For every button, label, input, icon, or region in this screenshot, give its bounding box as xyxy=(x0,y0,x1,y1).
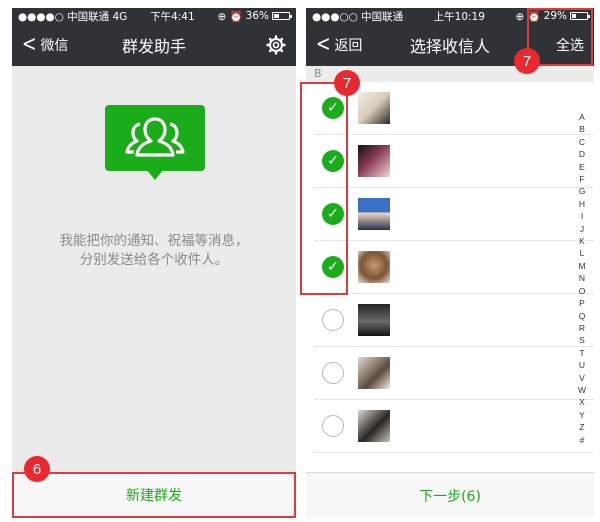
avatar[interactable] xyxy=(358,357,390,389)
contact-row[interactable]: ✓ xyxy=(314,188,594,241)
avatar[interactable] xyxy=(358,92,390,124)
back-label: 微信 xyxy=(40,38,69,54)
step-marker-6: 6 xyxy=(24,456,50,482)
settings-button[interactable] xyxy=(266,24,286,66)
index-letter[interactable]: Z xyxy=(579,421,584,433)
step-marker-7-select-all: 7 xyxy=(514,48,540,74)
description-line-1: 我能把你的通知、祝福等消息， xyxy=(59,233,249,249)
chevron-left-icon: < xyxy=(315,32,331,57)
contact-row[interactable]: ✓ xyxy=(314,241,594,294)
index-letter[interactable]: F xyxy=(579,173,584,185)
index-letter[interactable]: V xyxy=(579,372,585,384)
index-letter[interactable]: W xyxy=(578,384,586,396)
index-letter[interactable]: S xyxy=(579,334,585,346)
index-letter[interactable]: T xyxy=(579,347,584,359)
checkbox-unchecked[interactable] xyxy=(322,415,344,437)
index-letter[interactable]: K xyxy=(579,235,585,247)
checkbox-highlight-box xyxy=(300,82,348,295)
battery-percent: 36% xyxy=(245,10,269,22)
chevron-left-icon: < xyxy=(21,32,37,57)
step-marker-7: 7 xyxy=(334,70,360,96)
index-letter[interactable]: Y xyxy=(579,409,585,421)
carrier-label: ●●●●○ 中国联通 4G xyxy=(18,10,128,23)
carrier-label: ●●●○○ 中国联通 xyxy=(312,10,404,23)
avatar[interactable] xyxy=(358,304,390,336)
index-letter[interactable]: O xyxy=(579,285,586,297)
index-letter[interactable]: H xyxy=(579,198,585,210)
checkbox-unchecked[interactable] xyxy=(322,362,344,384)
index-letter[interactable]: P xyxy=(579,297,585,309)
status-time: 上午10:19 xyxy=(433,10,485,23)
assistant-description: 我能把你的通知、祝福等消息， 分别发送给各个收件人。 xyxy=(12,232,296,270)
index-letter[interactable]: C xyxy=(579,136,585,148)
broadcast-assistant-icon xyxy=(105,105,205,180)
contact-row[interactable]: ✓ xyxy=(314,135,594,188)
avatar[interactable] xyxy=(358,410,390,442)
group-people-icon xyxy=(125,117,185,157)
avatar[interactable] xyxy=(358,198,390,230)
alphabet-index[interactable]: A B C D E F G H I J K L M N O P Q R S T … xyxy=(576,111,588,446)
back-label: 返回 xyxy=(334,38,363,54)
status-right: ⊕ ⏰ 36% xyxy=(217,10,292,23)
checkbox-unchecked[interactable] xyxy=(322,309,344,331)
status-bar: ●●●●○ 中国联通 4G 下午4:41 ⊕ ⏰ 36% xyxy=(12,8,296,24)
broadcast-assistant-screen: ●●●●○ 中国联通 4G 下午4:41 ⊕ ⏰ 36% < 微信 群发助手 我… xyxy=(12,8,296,518)
gear-icon xyxy=(266,35,286,55)
battery-icon xyxy=(272,12,292,20)
contact-list: ✓ ✓ ✓ ✓ xyxy=(306,82,594,453)
index-letter[interactable]: U xyxy=(579,359,585,371)
contact-row[interactable] xyxy=(314,347,594,400)
index-letter[interactable]: B xyxy=(579,123,585,135)
avatar[interactable] xyxy=(358,145,390,177)
index-letter[interactable]: M xyxy=(578,260,585,272)
new-broadcast-button[interactable]: 新建群发 xyxy=(12,472,296,518)
back-button[interactable]: < 返回 xyxy=(314,24,363,66)
index-letter[interactable]: N xyxy=(579,272,585,284)
nav-bar: < 微信 群发助手 xyxy=(12,24,296,66)
back-button[interactable]: < 微信 xyxy=(20,24,69,66)
index-letter[interactable]: X xyxy=(579,396,585,408)
index-letter[interactable]: # xyxy=(580,434,585,446)
index-letter[interactable]: R xyxy=(579,322,585,334)
index-letter[interactable]: G xyxy=(579,185,586,197)
index-letter[interactable]: L xyxy=(580,247,585,259)
lock-alarm-icon: ⊕ ⏰ xyxy=(217,10,243,23)
index-letter[interactable]: Q xyxy=(579,310,586,322)
index-letter[interactable]: D xyxy=(579,148,585,160)
contact-row[interactable] xyxy=(314,400,594,453)
contact-row[interactable] xyxy=(314,294,594,347)
index-letter[interactable]: E xyxy=(579,161,585,173)
index-letter[interactable]: A xyxy=(579,111,585,123)
status-time: 下午4:41 xyxy=(150,10,195,23)
avatar[interactable] xyxy=(358,251,390,283)
battery-fill xyxy=(274,14,279,18)
index-letter[interactable]: I xyxy=(581,210,583,222)
next-step-button[interactable]: 下一步(6) xyxy=(306,472,594,518)
index-letter[interactable]: J xyxy=(580,223,584,235)
description-line-2: 分别发送给各个收件人。 xyxy=(79,252,229,268)
